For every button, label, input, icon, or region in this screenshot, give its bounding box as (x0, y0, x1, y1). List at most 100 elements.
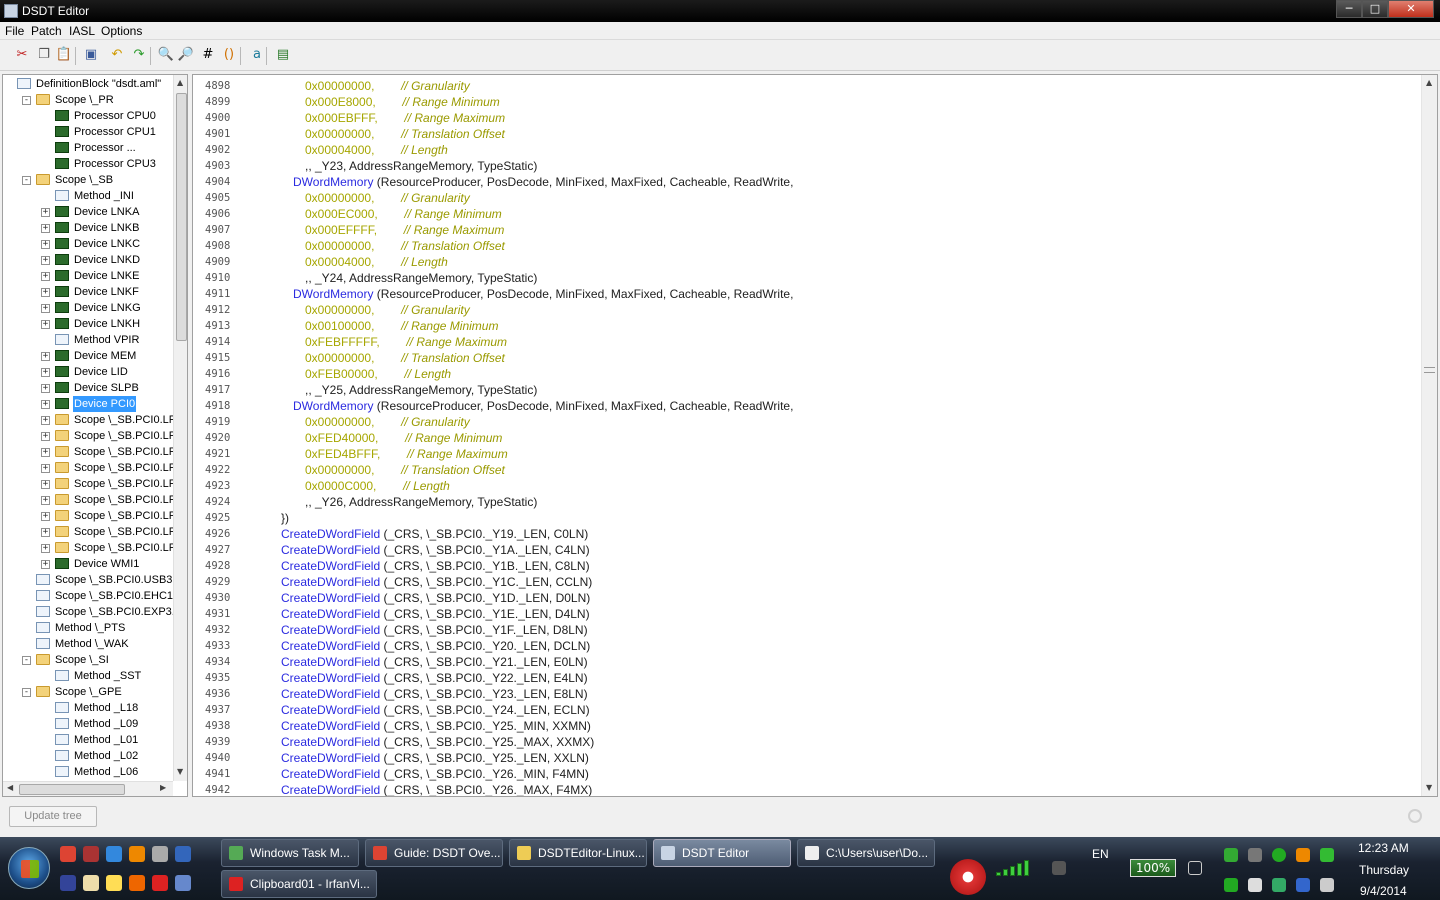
redo-icon[interactable]: ↷ (130, 46, 148, 64)
app-icon[interactable] (83, 846, 99, 862)
expand-icon[interactable]: + (41, 208, 50, 217)
menu-file[interactable]: File (5, 24, 24, 38)
irfanview-icon[interactable] (152, 875, 168, 891)
expand-icon[interactable]: + (41, 288, 50, 297)
expand-icon[interactable]: + (41, 512, 50, 521)
sync-icon[interactable] (1272, 848, 1286, 862)
vlc-icon[interactable] (129, 846, 145, 862)
expand-icon[interactable]: + (41, 416, 50, 425)
compile-icon[interactable]: ▤ (274, 46, 292, 64)
brace-match-icon[interactable]: () (220, 46, 238, 64)
app-tray-icon[interactable] (1224, 878, 1238, 892)
scroll-up-icon[interactable]: ▲ (1426, 78, 1432, 87)
autocomplete-icon[interactable]: a (248, 46, 266, 64)
paste-icon[interactable]: 📋 (55, 46, 73, 64)
taskbar-button[interactable]: Windows Task M... (221, 839, 359, 867)
battery-indicator[interactable]: 100% (1130, 859, 1176, 877)
antenna-icon[interactable] (1052, 861, 1066, 875)
scroll-left-icon[interactable]: ◀ (7, 783, 13, 792)
taskbar-button[interactable]: Guide: DSDT Ove... (365, 839, 503, 867)
network-icon[interactable] (60, 875, 76, 891)
taskbar-button[interactable]: DSDTEditor-Linux... (509, 839, 647, 867)
shield-icon[interactable] (1224, 848, 1238, 862)
clock-day[interactable]: Thursday (1359, 863, 1409, 877)
language-indicator[interactable]: EN (1092, 847, 1109, 861)
expand-icon[interactable]: + (41, 544, 50, 553)
close-button[interactable]: ✕ (1388, 0, 1434, 18)
scroll-down-icon[interactable]: ▼ (177, 767, 183, 776)
update-icon[interactable] (1272, 878, 1286, 892)
collapse-icon[interactable]: - (22, 176, 31, 185)
expand-icon[interactable]: + (41, 384, 50, 393)
clock-date[interactable]: 9/4/2014 (1360, 884, 1407, 898)
expand-icon[interactable]: + (41, 224, 50, 233)
chrome-icon[interactable] (60, 846, 76, 862)
save-icon[interactable]: ▣ (82, 46, 100, 64)
maximize-button[interactable]: □ (1362, 0, 1388, 18)
menu-patch[interactable]: Patch (31, 24, 62, 38)
tray-app-icon[interactable] (950, 859, 986, 895)
copy-icon[interactable]: ❐ (35, 46, 53, 64)
start-button[interactable] (8, 847, 50, 889)
find-icon[interactable]: 🔍 (157, 46, 175, 64)
taskbar-button[interactable]: Clipboard01 - IrfanVi... (221, 870, 377, 898)
expand-icon[interactable]: + (41, 400, 50, 409)
globe-icon[interactable] (106, 846, 122, 862)
collapse-icon[interactable]: - (22, 96, 31, 105)
expand-icon[interactable]: + (41, 560, 50, 569)
scroll-right-icon[interactable]: ▶ (160, 783, 166, 792)
expand-icon[interactable]: + (41, 432, 50, 441)
settings-icon[interactable] (152, 846, 168, 862)
volume-icon[interactable] (1320, 878, 1334, 892)
scroll-thumb[interactable] (176, 93, 187, 341)
line-number: 4912 (205, 304, 231, 316)
expand-icon[interactable]: + (41, 320, 50, 329)
gear-icon[interactable] (1296, 848, 1310, 862)
minimize-button[interactable]: ─ (1336, 0, 1362, 18)
goto-line-icon[interactable]: # (199, 46, 217, 64)
check-icon[interactable] (1320, 848, 1334, 862)
bell-icon[interactable] (1248, 848, 1262, 862)
notepad-icon[interactable] (106, 875, 122, 891)
tree-vertical-scrollbar[interactable]: ▲ ▼ (173, 75, 187, 781)
wifi-signal-icon[interactable] (996, 860, 1036, 876)
code-editor[interactable]: 4898 0x00000000, // Granularity 4899 0x000E… (192, 74, 1438, 797)
expand-icon[interactable]: + (41, 352, 50, 361)
expand-icon[interactable]: + (41, 304, 50, 313)
expand-icon[interactable]: + (41, 368, 50, 377)
files-icon[interactable] (83, 875, 99, 891)
taskbar-button[interactable]: C:\Users\user\Do... (797, 839, 935, 867)
expand-icon[interactable]: + (41, 272, 50, 281)
menu-iasl[interactable]: IASL (69, 24, 95, 38)
scroll-thumb[interactable] (19, 784, 125, 795)
cut-icon[interactable]: ✂ (13, 46, 31, 64)
scroll-thumb[interactable] (1424, 367, 1435, 373)
scroll-up-icon[interactable]: ▲ (177, 78, 183, 87)
virtualbox-icon[interactable] (175, 875, 191, 891)
expand-icon[interactable]: + (41, 256, 50, 265)
tree-horizontal-scrollbar[interactable]: ◀ ▶ (3, 781, 173, 796)
editor-vertical-scrollbar[interactable]: ▲ ▼ (1421, 75, 1437, 796)
tree-node-label: Scope \_SB (55, 174, 114, 186)
taskbar-button[interactable]: DSDT Editor (653, 839, 791, 867)
expand-icon[interactable]: + (41, 496, 50, 505)
code-token: (_CRS, \_SB.PCI0._Y26._MIN, F4MN) (380, 767, 589, 781)
find-replace-icon[interactable]: 🔎 (177, 46, 195, 64)
expand-icon[interactable]: + (41, 528, 50, 537)
undo-icon[interactable]: ↶ (108, 46, 126, 64)
monitor-icon[interactable] (175, 846, 191, 862)
bluetooth-icon[interactable] (1296, 878, 1310, 892)
expand-icon[interactable]: + (41, 480, 50, 489)
expand-icon[interactable]: + (41, 448, 50, 457)
collapse-icon[interactable]: - (22, 656, 31, 665)
scroll-down-icon[interactable]: ▼ (1426, 783, 1432, 792)
update-tree-button[interactable]: Update tree (9, 806, 97, 827)
menu-options[interactable]: Options (101, 24, 142, 38)
power-icon[interactable] (1188, 861, 1202, 875)
expand-icon[interactable]: + (41, 240, 50, 249)
collapse-icon[interactable]: - (22, 688, 31, 697)
expand-icon[interactable]: + (41, 464, 50, 473)
firefox-icon[interactable] (129, 875, 145, 891)
flag-icon[interactable] (1248, 878, 1262, 892)
clock-time[interactable]: 12:23 AM (1358, 841, 1409, 855)
